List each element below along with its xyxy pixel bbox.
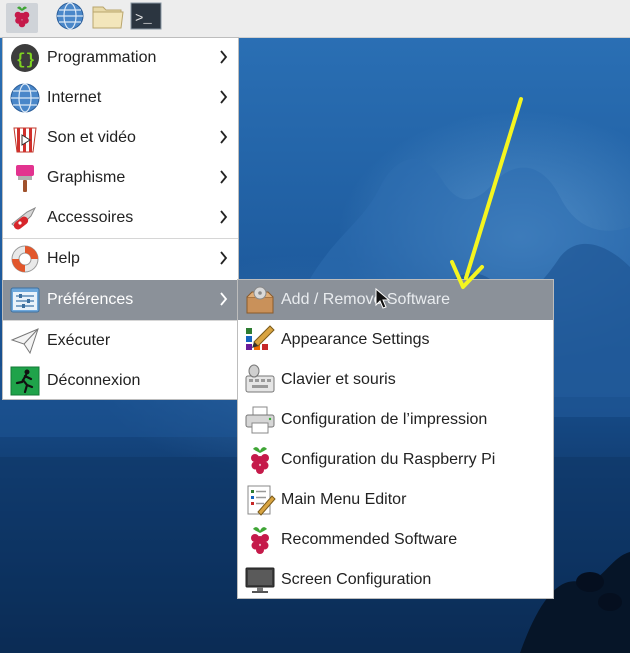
monitor-icon	[244, 564, 276, 596]
package-icon	[244, 284, 276, 316]
submenu-item-label: Appearance Settings	[281, 331, 430, 348]
top-panel: >_	[0, 0, 630, 38]
chevron-right-icon	[220, 251, 228, 265]
svg-text:{}: {}	[16, 51, 35, 69]
submenu-item-label: Recommended Software	[281, 531, 458, 548]
exit-icon	[9, 365, 41, 397]
palette-icon	[244, 324, 276, 356]
terminal-icon: >_	[130, 2, 162, 35]
lifebuoy-icon	[9, 243, 41, 275]
menu-item-graphisme[interactable]: Graphisme	[3, 158, 238, 198]
submenu-item-clavier-et-souris[interactable]: Clavier et souris	[238, 360, 553, 400]
submenu-item-label: Screen Configuration	[281, 571, 432, 588]
menu-item-label: Déconnexion	[47, 372, 141, 389]
web-browser-button[interactable]	[54, 1, 86, 36]
braces-icon: {}	[9, 42, 41, 74]
paper-plane-icon	[9, 325, 41, 357]
chevron-right-icon	[220, 50, 228, 64]
submenu-item-label: Clavier et souris	[281, 371, 396, 388]
file-manager-button[interactable]	[92, 3, 124, 33]
chevron-right-icon	[220, 292, 228, 306]
submenu-item-main-menu-editor[interactable]: Main Menu Editor	[238, 480, 553, 520]
menu-item-deconnexion[interactable]: Déconnexion	[3, 361, 238, 401]
submenu-item-label: Configuration du Raspberry Pi	[281, 451, 496, 468]
preferences-icon	[9, 284, 41, 316]
submenu-item-add-remove-software[interactable]: Add / Remove Software	[238, 280, 553, 320]
submenu-item-recommended-software[interactable]: Recommended Software	[238, 520, 553, 560]
submenu-item-screen-configuration[interactable]: Screen Configuration	[238, 560, 553, 600]
chevron-right-icon	[220, 130, 228, 144]
terminal-button[interactable]: >_	[130, 2, 162, 35]
main-menu-button[interactable]	[6, 3, 38, 33]
menu-editor-icon	[244, 484, 276, 516]
brush-icon	[9, 162, 41, 194]
menu-item-preferences[interactable]: Préférences	[3, 280, 238, 320]
submenu-item-configuration-raspberry-pi[interactable]: Configuration du Raspberry Pi	[238, 440, 553, 480]
menu-item-programmation[interactable]: {} Programmation	[3, 38, 238, 78]
preferences-submenu: Add / Remove Software Appearance Setting…	[237, 279, 554, 599]
menu-item-label: Accessoires	[47, 209, 134, 226]
menu-item-accessoires[interactable]: Accessoires	[3, 198, 238, 238]
chevron-right-icon	[220, 170, 228, 184]
terminal-prompt-text: >_	[135, 11, 152, 27]
globe-icon	[9, 82, 41, 114]
submenu-item-label: Configuration de l’impression	[281, 411, 488, 428]
knife-icon	[9, 202, 41, 234]
menu-item-label: Help	[47, 250, 80, 267]
submenu-item-appearance-settings[interactable]: Appearance Settings	[238, 320, 553, 360]
folder-icon	[91, 1, 125, 36]
raspberry-icon	[244, 524, 276, 556]
chevron-right-icon	[220, 210, 228, 224]
video-icon	[9, 122, 41, 154]
raspberry-icon	[9, 3, 35, 34]
menu-item-help[interactable]: Help	[3, 239, 238, 279]
printer-icon	[244, 404, 276, 436]
submenu-item-configuration-impression[interactable]: Configuration de l’impression	[238, 400, 553, 440]
globe-icon	[55, 1, 85, 36]
menu-item-label: Internet	[47, 89, 102, 106]
submenu-item-label: Add / Remove Software	[281, 291, 450, 308]
menu-item-label: Son et vidéo	[47, 129, 136, 146]
submenu-item-label: Main Menu Editor	[281, 491, 407, 508]
keyboard-mouse-icon	[244, 364, 276, 396]
menu-item-executer[interactable]: Exécuter	[3, 321, 238, 361]
main-menu: {} Programmation Internet Son et vidéo G…	[2, 37, 239, 400]
chevron-right-icon	[220, 90, 228, 104]
menu-item-internet[interactable]: Internet	[3, 78, 238, 118]
raspberry-icon	[244, 444, 276, 476]
menu-item-label: Préférences	[47, 291, 134, 308]
menu-item-son-et-video[interactable]: Son et vidéo	[3, 118, 238, 158]
menu-item-label: Exécuter	[47, 332, 111, 349]
menu-item-label: Graphisme	[47, 169, 126, 186]
menu-item-label: Programmation	[47, 49, 157, 66]
